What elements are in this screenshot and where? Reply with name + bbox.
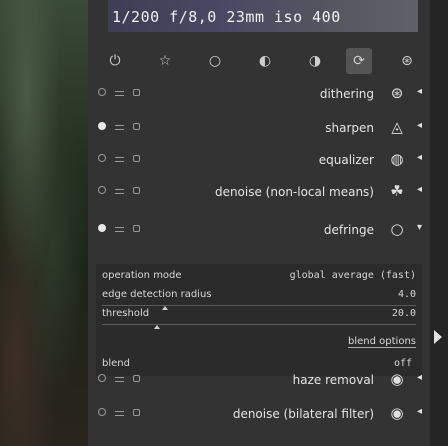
effect-icon[interactable]: ⊛: [394, 48, 420, 74]
dithering-icon: ⊛: [390, 84, 404, 102]
expand-arrow-icon[interactable]: ◂: [417, 406, 422, 417]
correct-icon[interactable]: ⟳: [346, 48, 372, 74]
expand-arrow-icon[interactable]: ◂: [417, 120, 422, 131]
sharpen-icon: ◬: [391, 118, 403, 136]
collapse-arrow-icon[interactable]: ▾: [417, 222, 422, 233]
module-dithering[interactable]: dithering ⊛ ◂: [88, 80, 430, 108]
module-name: dithering: [319, 87, 374, 101]
module-panel: 1/200 f/8,0 23mm iso 400 ⏻ ☆ ○ ◐ ◑ ⟳ ⊛ d…: [88, 0, 430, 446]
defringe-icon: ○: [390, 220, 404, 238]
expand-arrow-icon[interactable]: ◂: [417, 152, 422, 163]
slider-track[interactable]: [102, 305, 416, 306]
power-icon[interactable]: [98, 408, 106, 416]
module-defringe[interactable]: defringe ○ ▾: [88, 216, 430, 244]
defringe-parameters: operation mode global average (fast) edg…: [96, 264, 422, 376]
module-name: equalizer: [318, 153, 374, 167]
expand-arrow-icon[interactable]: ◂: [417, 372, 422, 383]
color-icon[interactable]: ◑: [302, 48, 328, 74]
multi-instance-icon[interactable]: [115, 226, 124, 232]
module-denoise-nlm[interactable]: denoise (non-local means) ☘ ◂: [88, 178, 430, 206]
slider-track[interactable]: [102, 324, 416, 325]
power-icon[interactable]: [98, 88, 106, 96]
image-preview: [0, 0, 88, 446]
multi-instance-icon[interactable]: [115, 188, 124, 194]
expand-arrow-icon[interactable]: ◂: [417, 184, 422, 195]
star-icon[interactable]: ☆: [152, 48, 178, 74]
multi-instance-icon[interactable]: [115, 124, 124, 130]
expand-arrow-icon[interactable]: ◂: [417, 86, 422, 97]
operation-mode-combobox[interactable]: operation mode global average (fast): [102, 270, 416, 286]
module-group-tabs: ⏻ ☆ ○ ◐ ◑ ⟳ ⊛: [88, 40, 430, 80]
multi-instance-icon[interactable]: [115, 156, 124, 162]
slider-marker-icon[interactable]: [154, 325, 160, 329]
denoise-nlm-icon: ☘: [390, 182, 404, 200]
module-name: denoise (bilateral filter): [232, 407, 374, 421]
multi-instance-icon[interactable]: [115, 90, 124, 96]
power-icon[interactable]: ⏻: [102, 48, 128, 74]
right-panel-edge: [430, 0, 448, 446]
power-icon[interactable]: [98, 122, 106, 130]
threshold-value: 20.0: [391, 308, 416, 319]
reset-icon[interactable]: [133, 224, 140, 232]
reset-icon[interactable]: [133, 408, 140, 416]
equalizer-icon: ◍: [390, 150, 404, 168]
operation-mode-label: operation mode: [102, 270, 182, 281]
circle-icon[interactable]: ○: [202, 48, 228, 74]
tone-icon[interactable]: ◐: [252, 48, 278, 74]
power-icon[interactable]: [98, 224, 106, 232]
collapse-panel-arrow-icon[interactable]: [434, 330, 442, 344]
exif-info: 1/200 f/8,0 23mm iso 400: [112, 8, 341, 26]
power-icon[interactable]: [98, 374, 106, 382]
power-icon[interactable]: [98, 154, 106, 162]
module-name: defringe: [323, 223, 374, 237]
multi-instance-icon[interactable]: [115, 410, 124, 416]
module-denoise-bilateral[interactable]: denoise (bilateral filter) ◉ ◂: [88, 400, 430, 428]
edge-detection-radius-value: 4.0: [397, 289, 416, 300]
edge-detection-radius-slider[interactable]: edge detection radius 4.0: [102, 289, 416, 310]
blend-options-section[interactable]: blend options: [348, 336, 416, 348]
power-icon[interactable]: [98, 186, 106, 194]
reset-icon[interactable]: [133, 88, 140, 96]
reset-icon[interactable]: [133, 122, 140, 130]
module-name: haze removal: [292, 373, 374, 387]
reset-icon[interactable]: [133, 374, 140, 382]
histogram[interactable]: 1/200 f/8,0 23mm iso 400: [108, 0, 418, 32]
edge-detection-radius-label: edge detection radius: [102, 289, 212, 300]
module-equalizer[interactable]: equalizer ◍ ◂: [88, 146, 430, 174]
reset-icon[interactable]: [133, 186, 140, 194]
operation-mode-value: global average (fast): [289, 270, 416, 281]
module-name: sharpen: [325, 121, 374, 135]
threshold-label: threshold: [102, 308, 150, 319]
module-sharpen[interactable]: sharpen ◬ ◂: [88, 114, 430, 142]
module-haze-removal[interactable]: haze removal ◉ ◂: [88, 366, 430, 394]
denoise-bilateral-icon: ◉: [390, 404, 404, 422]
multi-instance-icon[interactable]: [115, 376, 124, 382]
module-name: denoise (non-local means): [214, 185, 374, 199]
haze-icon: ◉: [390, 370, 404, 388]
reset-icon[interactable]: [133, 154, 140, 162]
threshold-slider[interactable]: threshold 20.0: [102, 308, 416, 329]
